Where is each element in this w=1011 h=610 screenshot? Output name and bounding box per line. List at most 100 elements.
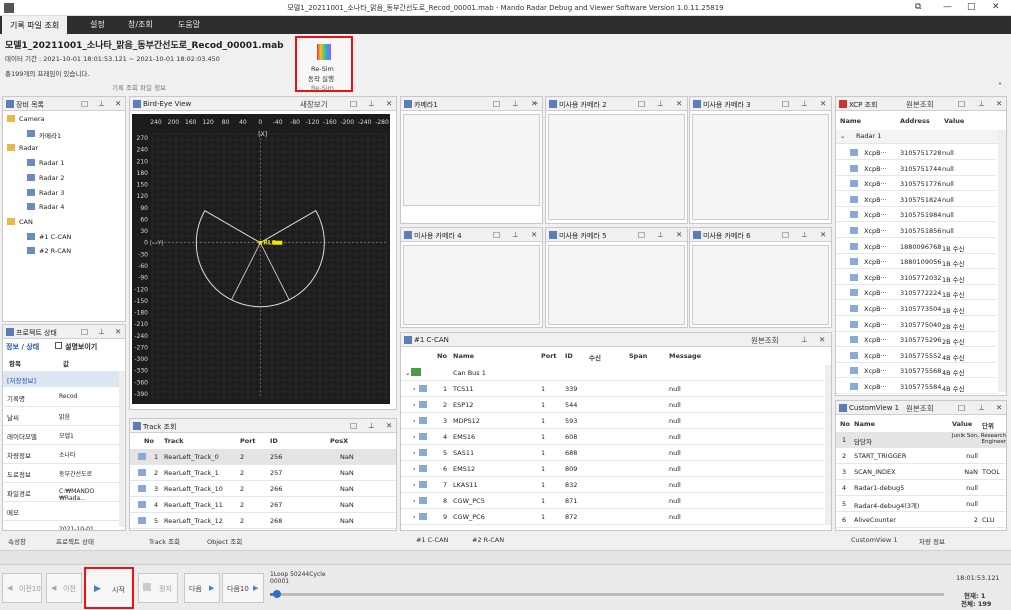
table-row[interactable]: 1 담당자 Junik Son, Research Engineer <box>836 432 1006 448</box>
table-row[interactable]: XcpB··· 1880096768 1B 수신 <box>836 239 996 254</box>
table-row[interactable]: XcpB··· 3105751776 null <box>836 176 996 192</box>
pin-icon[interactable]: ⊥ <box>801 99 808 108</box>
table-row[interactable]: › 8 CGW_PC5 1 871 null <box>401 493 831 509</box>
float-icon[interactable]: □ <box>350 99 357 108</box>
close-icon[interactable]: ✕ <box>820 99 826 108</box>
column-header[interactable]: Address <box>900 117 930 125</box>
expand-icon[interactable]: › <box>413 385 416 393</box>
table-row[interactable]: XcpB··· 3105775296 2B 수신 <box>836 332 996 348</box>
menu-settings[interactable]: 설정 <box>90 19 105 30</box>
scrollbar[interactable] <box>119 371 125 527</box>
tab-c-can[interactable]: #1 C-CAN <box>416 536 448 544</box>
float-icon[interactable]: □ <box>81 327 88 336</box>
tree-item-label[interactable]: Radar 4 <box>39 203 64 211</box>
menu-record-file[interactable]: 기록 파일 조회 <box>2 16 68 34</box>
tab-r-can[interactable]: #2 R-CAN <box>472 536 504 544</box>
column-header[interactable]: No <box>840 420 850 428</box>
expand-icon[interactable]: › <box>413 449 416 457</box>
resim-run-button[interactable]: Re-Sim 동작 실행 Re-Sim <box>295 36 353 92</box>
prev10-button[interactable]: ◀ 이전10 <box>2 573 42 603</box>
xcp-group-row[interactable]: ⌄ Radar 1 <box>836 130 1006 144</box>
table-row[interactable]: 5 Radar4-debug4(3개) null <box>836 496 1006 512</box>
tree-item-label[interactable]: CAN <box>19 218 33 226</box>
column-header[interactable]: PosX <box>330 437 348 445</box>
tab-vehicle-info[interactable]: 차량 정보 <box>919 536 945 546</box>
close-icon[interactable]: ✕ <box>115 327 121 336</box>
column-header[interactable]: Port <box>541 352 557 360</box>
camera-view[interactable] <box>403 245 540 325</box>
maximize-button[interactable]: □ <box>967 2 976 12</box>
table-row[interactable]: XcpB··· 3105751984 null <box>836 207 996 223</box>
column-header[interactable]: Span <box>629 352 647 360</box>
close-icon[interactable]: ✕ <box>996 99 1002 108</box>
close-icon[interactable]: ✕ <box>386 99 392 108</box>
expand-icon[interactable]: › <box>413 401 416 409</box>
close-icon[interactable]: ✕ <box>996 403 1002 412</box>
tree-item-label[interactable]: #1 C-CAN <box>39 233 71 241</box>
tree-item-label[interactable]: Radar <box>19 144 38 152</box>
float-icon[interactable]: □ <box>958 403 965 412</box>
next10-button[interactable]: 다음10 ▶ <box>222 573 264 603</box>
column-header[interactable]: Message <box>669 352 701 360</box>
table-row[interactable]: XcpB··· 3105772032 1B 수신 <box>836 270 996 285</box>
next-button[interactable]: 다음 ▶ <box>184 573 220 603</box>
close-icon[interactable]: ✕ <box>676 230 682 239</box>
pin-icon[interactable]: ⊥ <box>801 335 808 344</box>
pin-icon[interactable]: ⊥ <box>978 403 985 412</box>
expand-icon[interactable]: ⌄ <box>840 132 845 140</box>
table-row[interactable]: XcpB··· 3105775584 4B 수신 <box>836 379 996 394</box>
table-row[interactable]: 1 RearLeft_Track_0 2 256 NaN <box>130 449 396 465</box>
expand-icon[interactable]: › <box>413 513 416 521</box>
menu-window-view[interactable]: 창/조회 <box>128 19 153 30</box>
menu-help[interactable]: 도움말 <box>178 19 200 30</box>
pin-icon[interactable]: ⊥ <box>98 327 105 336</box>
close-icon[interactable]: ✕ <box>115 99 121 108</box>
column-header[interactable]: 단위 <box>982 420 994 430</box>
float-icon[interactable]: □ <box>638 99 645 108</box>
raw-view-button[interactable]: 원본조회 <box>906 99 934 110</box>
table-row[interactable]: › 6 EMS12 1 809 null <box>401 461 831 477</box>
camera-view[interactable] <box>403 114 540 206</box>
tab-properties[interactable]: 속성창 <box>8 536 26 546</box>
table-row[interactable]: XcpB··· 3105775552 4B 수신 <box>836 348 996 363</box>
expand-icon[interactable]: › <box>413 433 416 441</box>
minimize-button[interactable]: — <box>943 2 952 12</box>
table-row[interactable]: › 5 SAS11 1 688 null <box>401 445 831 461</box>
tree-item-label[interactable]: Radar 2 <box>39 174 64 182</box>
column-header[interactable]: Port <box>240 437 256 445</box>
start-button[interactable]: ▶ 시작 <box>84 567 134 609</box>
camera-view[interactable] <box>548 245 685 325</box>
table-row[interactable]: › 7 LKAS11 1 832 null <box>401 477 831 493</box>
column-header[interactable]: Name <box>840 117 861 125</box>
expand-icon[interactable]: › <box>413 465 416 473</box>
column-header[interactable]: ID <box>270 437 278 445</box>
pin-icon[interactable]: ⊥ <box>512 230 519 239</box>
close-icon[interactable]: ✕ <box>820 230 826 239</box>
float-icon[interactable]: □ <box>81 99 88 108</box>
table-row[interactable]: 2 RearLeft_Track_1 2 257 NaN <box>130 465 396 481</box>
timeline-slider[interactable] <box>270 590 944 598</box>
raw-view-button[interactable]: 원본조회 <box>751 335 779 346</box>
pin-icon[interactable]: ⊥ <box>978 99 985 108</box>
tab-track[interactable]: Track 조회 <box>149 536 180 546</box>
column-header[interactable]: Name <box>453 352 474 360</box>
table-row[interactable]: 4 RearLeft_Track_11 2 267 NaN <box>130 497 396 513</box>
timeline-thumb[interactable] <box>273 590 282 598</box>
expand-icon[interactable]: › <box>413 417 416 425</box>
camera-view[interactable] <box>692 114 829 220</box>
table-row[interactable]: XcpB··· 3105751856 null <box>836 223 996 238</box>
expand-icon[interactable]: › <box>413 497 416 505</box>
float-icon[interactable]: □ <box>493 99 500 108</box>
tree-item-label[interactable]: #2 R-CAN <box>39 247 71 255</box>
float-icon[interactable]: □ <box>638 230 645 239</box>
float-icon[interactable]: □ <box>350 421 357 430</box>
column-header[interactable]: No <box>437 352 447 360</box>
table-row[interactable]: XcpB··· 3105772224 1B 수신 <box>836 285 996 301</box>
pin-icon[interactable]: ⊥ <box>657 230 664 239</box>
table-row[interactable]: XcpB··· 3105751744 null <box>836 161 996 176</box>
table-row[interactable]: XcpB··· 3105773504 1B 수신 <box>836 301 996 316</box>
column-header[interactable]: ID <box>565 352 573 360</box>
column-header[interactable]: Name <box>854 420 875 428</box>
pin-icon[interactable]: ⊥ <box>657 99 664 108</box>
close-button[interactable]: ✕ <box>992 2 1000 12</box>
